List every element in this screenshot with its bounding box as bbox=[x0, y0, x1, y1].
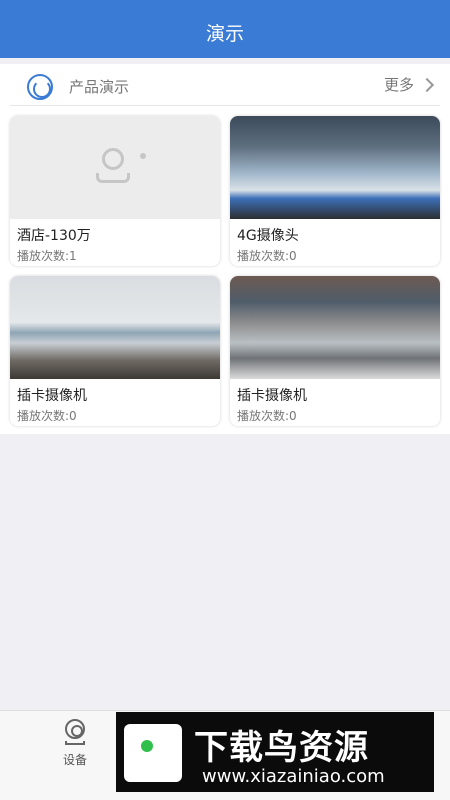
watermark-title: 下载鸟资源 bbox=[194, 728, 369, 768]
more-button[interactable]: 更多 bbox=[383, 74, 435, 95]
card-thumbnail bbox=[10, 276, 220, 379]
device-card[interactable]: 插卡摄像机 播放次数:0 bbox=[10, 276, 220, 426]
tab-label: 设备 bbox=[62, 753, 87, 767]
card-title: 插卡摄像机 bbox=[237, 388, 307, 404]
card-play-count: 播放次数:1 bbox=[17, 249, 77, 263]
watermark-url: www.xiazainiao.com bbox=[202, 766, 385, 787]
page-title: 演示 bbox=[205, 22, 244, 45]
section-label: 产品演示 bbox=[69, 78, 130, 96]
card-thumbnail bbox=[230, 276, 440, 379]
more-label: 更多 bbox=[383, 76, 414, 94]
tab-devices[interactable]: 设备 bbox=[55, 717, 95, 777]
card-play-count: 播放次数:0 bbox=[237, 409, 297, 423]
camera-icon bbox=[65, 719, 85, 739]
watermark-logo bbox=[124, 724, 182, 782]
card-title: 4G摄像头 bbox=[237, 228, 299, 244]
title-bar: 演示 bbox=[0, 0, 450, 58]
placeholder-camera-icon bbox=[88, 144, 146, 196]
product-demo-section: 产品演示 更多 酒店-130万 播放次数:1 4G摄像头 播放次数:0 插卡摄像… bbox=[0, 64, 450, 434]
card-thumbnail bbox=[230, 116, 440, 219]
section-header: 产品演示 更多 bbox=[10, 64, 440, 106]
device-card[interactable]: 4G摄像头 播放次数:0 bbox=[230, 116, 440, 266]
chevron-right-icon bbox=[419, 77, 435, 92]
card-play-count: 播放次数:0 bbox=[237, 249, 297, 263]
device-card[interactable]: 酒店-130万 播放次数:1 bbox=[10, 116, 220, 266]
watermark-banner: 下载鸟资源 www.xiazainiao.com bbox=[116, 712, 434, 792]
card-title: 酒店-130万 bbox=[17, 228, 91, 244]
card-play-count: 播放次数:0 bbox=[17, 409, 77, 423]
device-card[interactable]: 插卡摄像机 播放次数:0 bbox=[230, 276, 440, 426]
camera-circle-icon bbox=[27, 74, 53, 100]
card-title: 插卡摄像机 bbox=[17, 388, 87, 404]
card-thumbnail bbox=[10, 116, 220, 219]
